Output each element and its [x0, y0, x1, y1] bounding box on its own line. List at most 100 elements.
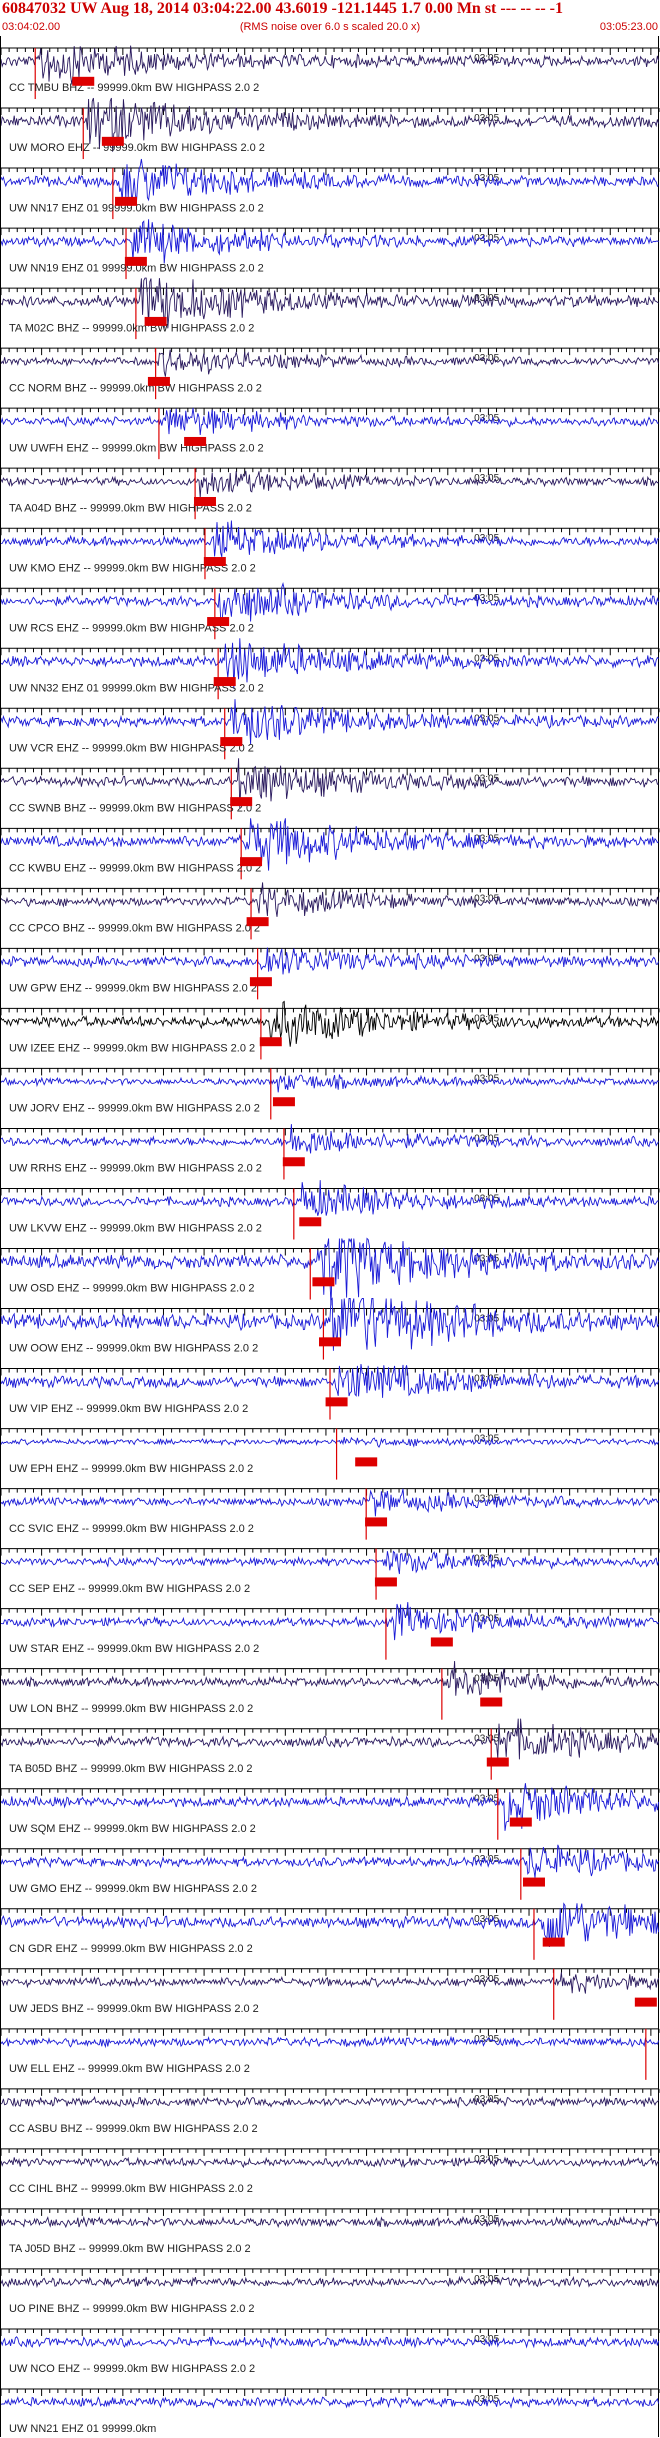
pick-flag — [542, 1937, 565, 1947]
event-title: 60847032 UW Aug 18, 2014 03:04:22.00 43.… — [2, 0, 563, 17]
seismogram-plot: 03:05 CC TMBU BHZ -- 99999.0km BW HIGHPAS… — [0, 36, 660, 2437]
waveform-trace — [1, 2395, 660, 2409]
trace-label: UW MORO EHZ -- 99999.0km BW HIGHPASS 2.0… — [9, 142, 265, 154]
waveform-trace — [1, 699, 659, 745]
pick-flag — [325, 1397, 348, 1407]
minute-tick-label: 03:05 — [474, 1854, 499, 1865]
pick-flag — [272, 1097, 295, 1107]
trace-label: UW EPH EHZ -- 99999.0km BW HIGHPASS 2.0 … — [9, 1463, 253, 1475]
pick-flag — [115, 196, 138, 206]
trace-label: CC TMBU BHZ -- 99999.0km BW HIGHPASS 2.0… — [9, 82, 259, 94]
waveform-trace — [1, 1972, 660, 1994]
waveform-trace — [1, 349, 660, 377]
trace-label: UW GMO EHZ -- 99999.0km BW HIGHPASS 2.0 … — [9, 1883, 257, 1895]
pick-flag — [184, 436, 207, 446]
trace-label: UW LON BHZ -- 99999.0km BW HIGHPASS 2.0 … — [9, 1703, 253, 1715]
pick-flag — [634, 1997, 657, 2007]
pick-flag — [124, 256, 147, 266]
trace-label: TA B05D BHZ -- 99999.0km BW HIGHPASS 2.0… — [9, 1763, 253, 1775]
minute-tick-label: 03:05 — [474, 533, 499, 544]
waveform-trace — [1, 1436, 660, 1448]
waveform-trace — [1, 638, 659, 689]
waveform-trace — [1, 2156, 659, 2169]
waveform-trace — [1, 45, 660, 85]
trace-label: UW OSD EHZ -- 99999.0km BW HIGHPASS 2.0 … — [9, 1283, 255, 1295]
trace-label: UW ELL EHZ -- 99999.0km BW HIGHPASS 2.0 … — [9, 2063, 250, 2075]
trace-label: UW SQM EHZ -- 99999.0km BW HIGHPASS 2.0 … — [9, 1823, 256, 1835]
waveform-trace — [1, 2095, 659, 2109]
trace-label: UW VIP EHZ -- 99999.0km BW HIGHPASS 2.0 … — [9, 1403, 248, 1415]
pick-flag — [259, 1037, 282, 1047]
pick-flag — [480, 1697, 503, 1707]
pick-flag — [430, 1637, 453, 1647]
pick-flag — [246, 917, 269, 927]
pick-flag — [220, 737, 243, 747]
pick-flag — [193, 496, 216, 506]
pick-flag — [72, 76, 95, 86]
pick-flag — [230, 797, 253, 807]
trace-label: UW JEDS BHZ -- 99999.0km BW HIGHPASS 2.0… — [9, 2003, 259, 2015]
waveform-trace — [1, 277, 659, 329]
trace-label: UW NCO EHZ -- 99999.0km BW HIGHPASS 2.0 … — [9, 2363, 255, 2375]
trace-label: CC SVIC EHZ -- 99999.0km BW HIGHPASS 2.0… — [9, 1523, 254, 1535]
trace-label: UW GPW EHZ -- 99999.0km BW HIGHPASS 2.0 … — [9, 983, 257, 995]
waveform-trace — [1, 1844, 660, 1879]
waveform-trace — [1, 2275, 660, 2289]
pick-flag — [240, 857, 263, 867]
trace-label: CC SWNB BHZ -- 99999.0km BW HIGHPASS 2.0… — [9, 803, 261, 815]
rms-note-label: (RMS noise over 6.0 s scaled 20.0 x) — [239, 21, 421, 33]
pick-flag — [144, 316, 167, 326]
header: 60847032 UW Aug 18, 2014 03:04:22.00 43.… — [0, 0, 660, 38]
waveform-trace — [1, 2035, 660, 2049]
pick-flag — [101, 136, 124, 146]
waveform-trace — [1, 219, 659, 264]
pick-flag — [213, 677, 236, 687]
waveform-trace — [1, 758, 659, 809]
trace-label: TA M02C BHZ -- 99999.0km BW HIGHPASS 2.0… — [9, 322, 254, 334]
pick-flag — [207, 617, 230, 627]
trace-label: UW RRHS EHZ -- 99999.0km BW HIGHPASS 2.0… — [9, 1163, 262, 1175]
waveform-trace — [1, 1718, 660, 1760]
waveform-trace — [1, 470, 659, 498]
pick-flag — [203, 557, 226, 567]
trace-label: CC CPCO BHZ -- 99999.0km BW HIGHPASS 2.0… — [9, 923, 260, 935]
waveform-trace — [1, 1660, 659, 1696]
pick-flag — [486, 1757, 509, 1767]
trace-label: CC NORM BHZ -- 99999.0km BW HIGHPASS 2.0… — [9, 382, 262, 394]
trace-label: CC ASBU BHZ -- 99999.0km BW HIGHPASS 2.0… — [9, 2123, 258, 2135]
trace-label: UW JORV EHZ -- 99999.0km BW HIGHPASS 2.0… — [9, 1103, 260, 1115]
waveform-trace — [1, 1602, 659, 1641]
pick-flag — [374, 1577, 397, 1587]
pick-flag — [509, 1817, 532, 1827]
trace-label: CC CIHL BHZ -- 99999.0km BW HIGHPASS 2.0… — [9, 2183, 253, 2195]
waveform-trace — [1, 1180, 659, 1216]
trace-label: UW OOW EHZ -- 99999.0km BW HIGHPASS 2.0 … — [9, 1343, 258, 1355]
waveform-trace — [1, 581, 660, 625]
pick-flag — [365, 1517, 388, 1527]
pick-flag — [522, 1877, 545, 1887]
minute-tick-label: 03:05 — [474, 1013, 499, 1024]
waveform-trace — [1, 158, 659, 203]
end-time-label: 03:05:23.00 — [599, 21, 658, 33]
trace-label: UW IZEE EHZ -- 99999.0km BW HIGHPASS 2.0… — [9, 1043, 255, 1055]
pick-flag — [319, 1337, 341, 1347]
waveform-trace — [1, 2215, 659, 2229]
pick-flag — [249, 977, 272, 987]
trace-label: CC SEP EHZ -- 99999.0km BW HIGHPASS 2.0 … — [9, 1583, 250, 1595]
waveform-trace — [1, 2336, 660, 2350]
waveform-trace — [1, 1074, 659, 1093]
waveform-trace — [1, 1488, 659, 1517]
pick-flag — [282, 1157, 305, 1167]
trace-label: UO PINE BHZ -- 99999.0km BW HIGHPASS 2.0… — [9, 2303, 255, 2315]
waveform-trace — [1, 947, 660, 975]
pick-flag — [147, 376, 170, 386]
pick-flag — [355, 1457, 378, 1467]
waveform-trace — [1, 1550, 660, 1575]
trace-label: TA J05D BHZ -- 99999.0km BW HIGHPASS 2.0… — [9, 2243, 251, 2255]
seismogram-svg: 03:05 CC TMBU BHZ -- 99999.0km BW HIGHPAS… — [1, 45, 660, 2435]
trace-label: CN GDR EHZ -- 99999.0km BW HIGHPASS 2.0 … — [9, 1943, 253, 1955]
trace-label: CC KWBU EHZ -- 99999.0km BW HIGHPASS 2.0… — [9, 863, 261, 875]
trace-label: UW STAR EHZ -- 99999.0km BW HIGHPASS 2.0… — [9, 1643, 259, 1655]
trace-label: UW VCR EHZ -- 99999.0km BW HIGHPASS 2.0 … — [9, 742, 254, 754]
trace-label: UW UWFH EHZ -- 99999.0km BW HIGHPASS 2.0… — [9, 442, 264, 454]
